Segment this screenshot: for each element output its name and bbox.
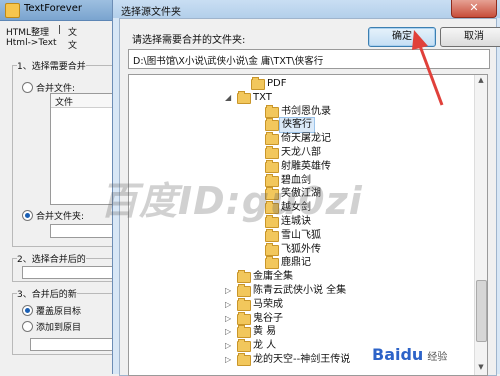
folder-icon	[265, 228, 279, 242]
folder-icon	[265, 104, 279, 118]
tree-item-label: 陈青云武侠小说 全集	[253, 285, 347, 296]
new-file-input[interactable]	[30, 338, 122, 351]
expander-icon[interactable]	[253, 149, 259, 155]
expander-icon[interactable]	[253, 108, 259, 114]
expander-icon[interactable]	[253, 232, 259, 238]
tree-item-label: 黄 易	[253, 326, 277, 338]
expander-icon[interactable]: ▷	[225, 342, 231, 350]
expander-icon[interactable]	[253, 163, 259, 169]
target-input[interactable]	[22, 266, 122, 279]
main-tabs: HTML整理 | 文 Html->Text 文	[6, 23, 120, 53]
tab-html-to-text[interactable]: Html->Text	[6, 38, 57, 48]
dialog-prompt: 请选择需要合并的文件夹:	[132, 35, 246, 46]
tree-item-label: 龙 人	[253, 340, 277, 352]
tree-item-label: 天龙八部	[281, 147, 321, 158]
overwrite-radio[interactable]	[22, 305, 33, 316]
append-radio[interactable]	[22, 321, 33, 332]
watermark: 百度ID:gu0zi	[100, 179, 363, 223]
folder-icon	[237, 90, 251, 104]
tab-html-cleanup[interactable]: HTML整理	[6, 25, 49, 38]
expander-icon[interactable]: ▷	[225, 287, 231, 295]
ok-button[interactable]: 确定	[368, 27, 436, 47]
tree-item-label: 马荣成	[253, 298, 283, 310]
cancel-button[interactable]: 取消	[440, 27, 500, 47]
expander-icon[interactable]: ▷	[225, 328, 231, 336]
folder-icon	[265, 132, 279, 146]
expander-icon[interactable]	[253, 121, 259, 127]
tree-item-label: 侠客行	[279, 117, 315, 134]
tree-item-label: 鬼谷子	[253, 312, 283, 324]
file-column-header: 文件	[55, 98, 74, 108]
tab-text[interactable]: 文	[68, 25, 77, 38]
path-field[interactable]: D:\图书馆\X小说\武侠小说\金 庸\TXT\侠客行	[128, 49, 490, 69]
scroll-up-icon[interactable]: ▲	[476, 76, 486, 86]
section1-legend: 1、选择需要合并	[17, 59, 86, 72]
tree-item-label: 飞狐外传	[281, 243, 321, 255]
main-window-title: TextForever	[24, 3, 82, 14]
tree-item-label: 鹿鼎记	[281, 257, 311, 269]
folder-icon	[237, 284, 251, 297]
close-icon[interactable]: ✕	[451, 0, 497, 18]
tab-separator: |	[58, 25, 62, 35]
app-icon	[5, 3, 20, 18]
expander-icon[interactable]: ▷	[225, 356, 231, 364]
overwrite-label: 覆盖原目标	[36, 307, 82, 317]
folder-tree[interactable]: ▲ ▼ PDF ◢ TXT 书剑恩仇录 侠客行 倚天屠龙记 天龙八部 射雕英雄传 碧血剑 笑傲江湖…	[128, 74, 488, 376]
folder-icon	[237, 297, 251, 311]
folder-icon	[237, 311, 251, 325]
tree-scrollbar[interactable]: ▲ ▼	[474, 75, 487, 375]
main-title-bar: TextForever	[0, 0, 120, 21]
scroll-thumb[interactable]	[476, 280, 487, 342]
expander-icon[interactable]	[253, 246, 259, 252]
folder-icon	[265, 118, 279, 132]
tree-item-label: TXT	[253, 91, 272, 103]
tab-text-2[interactable]: 文	[68, 38, 77, 51]
tree-item-label: 金庸全集	[253, 271, 293, 283]
folder-icon	[237, 339, 251, 353]
merge-folder-radio[interactable]	[22, 210, 33, 221]
append-label: 添加到原目	[36, 323, 82, 333]
folder-icon	[237, 270, 251, 284]
expander-icon[interactable]	[253, 259, 259, 265]
tree-item-label: 龙的天空--神剑王传说	[253, 354, 351, 365]
folder-icon	[265, 146, 279, 159]
dialog-title: 选择源文件夹	[121, 7, 181, 18]
expander-icon[interactable]: ▷	[225, 300, 231, 308]
merge-files-radio[interactable]	[22, 82, 33, 93]
path-text: D:\图书馆\X小说\武侠小说\金 庸\TXT\侠客行	[133, 56, 324, 67]
tree-item-label: 倚天屠龙记	[281, 133, 331, 145]
folder-icon	[251, 77, 265, 90]
expander-icon[interactable]: ▷	[225, 314, 231, 322]
expander-icon[interactable]	[253, 135, 259, 141]
file-list-header: 文件	[51, 94, 121, 108]
expander-icon[interactable]: ◢	[225, 93, 231, 101]
dialog-title-bar: 选择源文件夹 ✕	[113, 0, 500, 18]
folder-icon	[237, 325, 251, 339]
tree-item-label: PDF	[267, 78, 287, 89]
expander-icon[interactable]	[225, 273, 231, 279]
baidu-logo: Baidu 经验	[372, 345, 492, 369]
folder-icon	[265, 242, 279, 256]
folder-icon	[265, 256, 279, 270]
folder-icon	[237, 353, 251, 366]
section3-legend: 3、合并后的新	[17, 287, 77, 300]
section2-legend: 2、选择合并后的	[17, 252, 86, 265]
expander-icon[interactable]	[239, 80, 245, 86]
merge-folder-label: 合并文件夹:	[36, 212, 85, 222]
tree-item-label: 雪山飞狐	[281, 229, 321, 241]
baidu-logo-sub: 经验	[427, 352, 448, 363]
baidu-logo-text: Baidu	[372, 345, 424, 364]
